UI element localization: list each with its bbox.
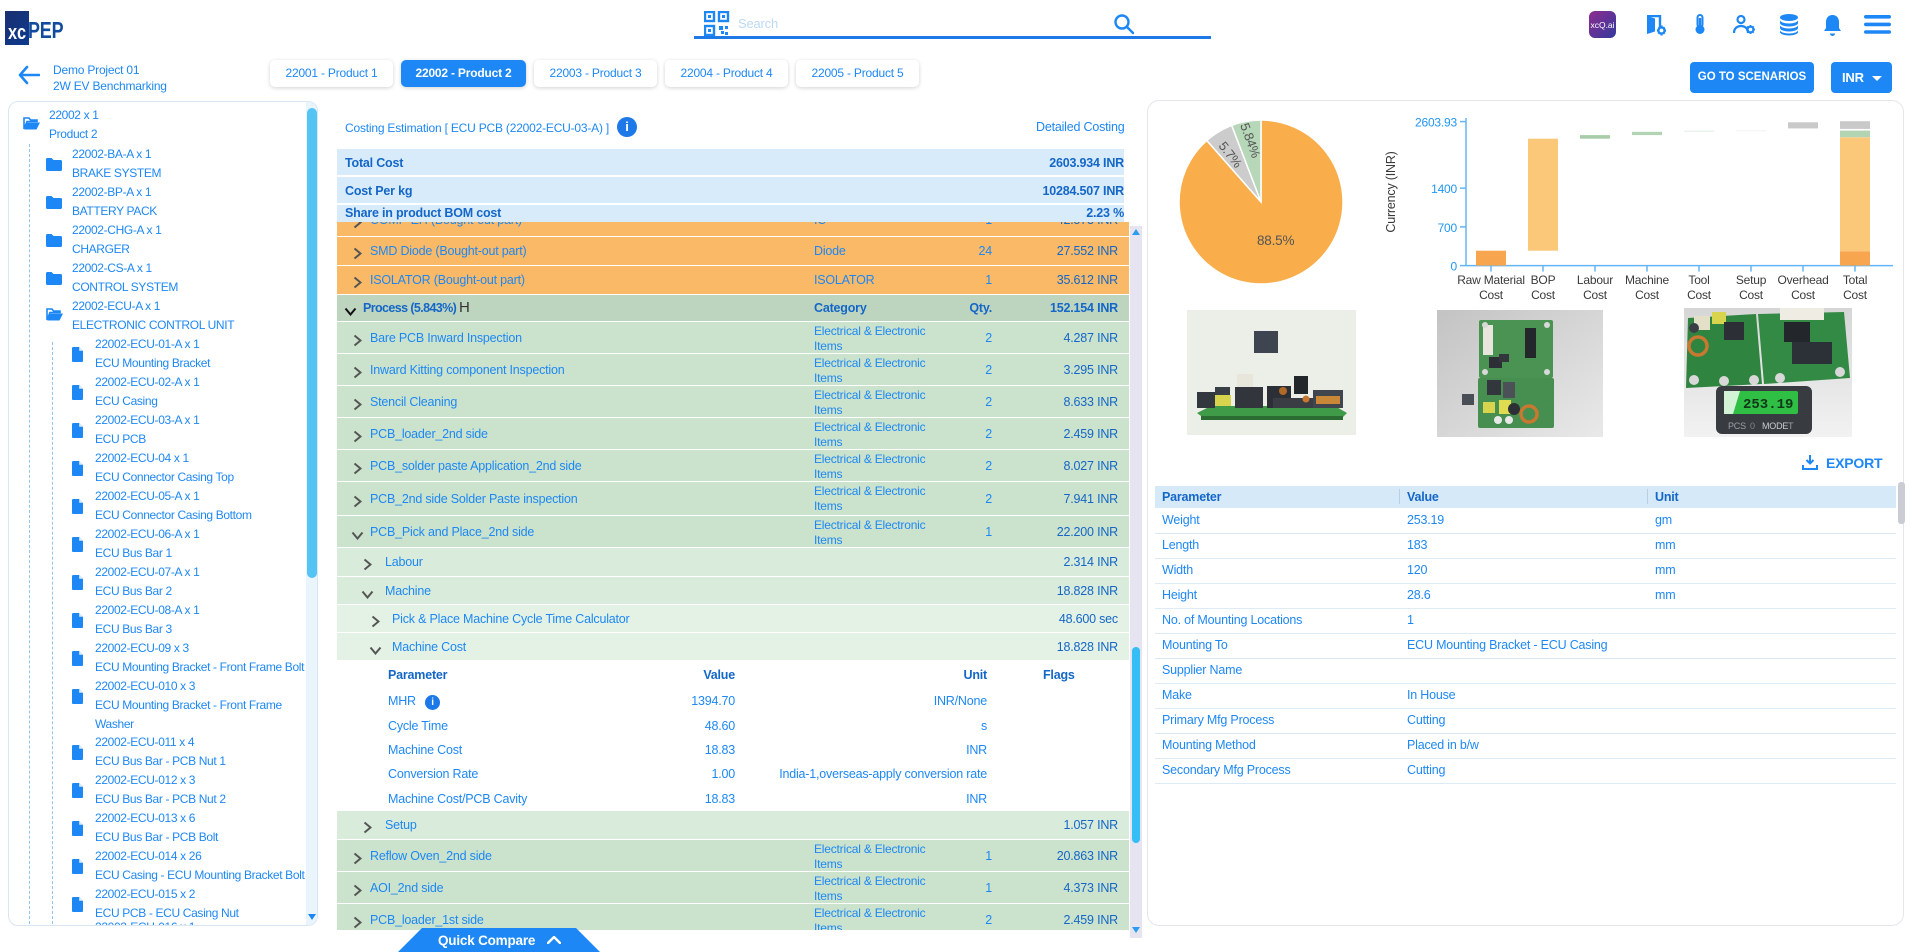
svg-text:1400: 1400: [1431, 182, 1457, 196]
svg-text:BOP: BOP: [1531, 273, 1556, 287]
svg-text:253.19: 253.19: [1743, 397, 1793, 413]
svg-text:Total: Total: [1843, 273, 1867, 287]
svg-text:2603.93: 2603.93: [1415, 116, 1458, 130]
svg-text:Cost: Cost: [1479, 288, 1504, 302]
svg-text:Raw Material: Raw Material: [1457, 273, 1525, 287]
svg-text:0: 0: [1750, 421, 1755, 431]
svg-text:PCS: PCS: [1728, 421, 1746, 431]
svg-text:Cost: Cost: [1791, 288, 1816, 302]
svg-text:T: T: [1788, 421, 1794, 431]
svg-text:Cost: Cost: [1739, 288, 1764, 302]
svg-text:Cost: Cost: [1531, 288, 1556, 302]
svg-text:Overhead: Overhead: [1777, 273, 1828, 287]
svg-text:Cost: Cost: [1583, 288, 1608, 302]
svg-text:Tool: Tool: [1688, 273, 1709, 287]
svg-text:88.5%: 88.5%: [1257, 233, 1294, 248]
svg-text:Cost: Cost: [1687, 288, 1712, 302]
svg-text:Machine: Machine: [1625, 273, 1669, 287]
svg-text:Labour: Labour: [1577, 273, 1613, 287]
svg-text:Cost: Cost: [1635, 288, 1660, 302]
svg-text:Setup: Setup: [1736, 273, 1767, 287]
svg-text:0: 0: [1451, 260, 1458, 274]
svg-text:Cost: Cost: [1843, 288, 1868, 302]
svg-text:MODE: MODE: [1762, 421, 1788, 431]
svg-text:700: 700: [1438, 221, 1458, 235]
svg-text:Currency (INR): Currency (INR): [1384, 151, 1398, 232]
